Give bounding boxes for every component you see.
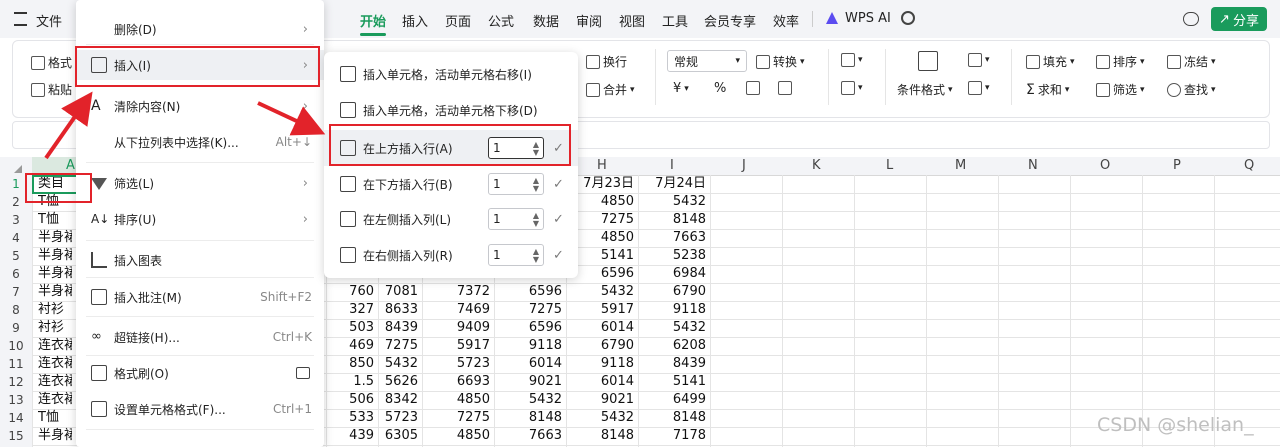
watermark: CSDN @shelian_ xyxy=(1097,414,1254,436)
annotation-arrows xyxy=(44,91,326,160)
arrow-to-row-above xyxy=(257,101,326,136)
arrow-to-insert xyxy=(44,91,93,160)
